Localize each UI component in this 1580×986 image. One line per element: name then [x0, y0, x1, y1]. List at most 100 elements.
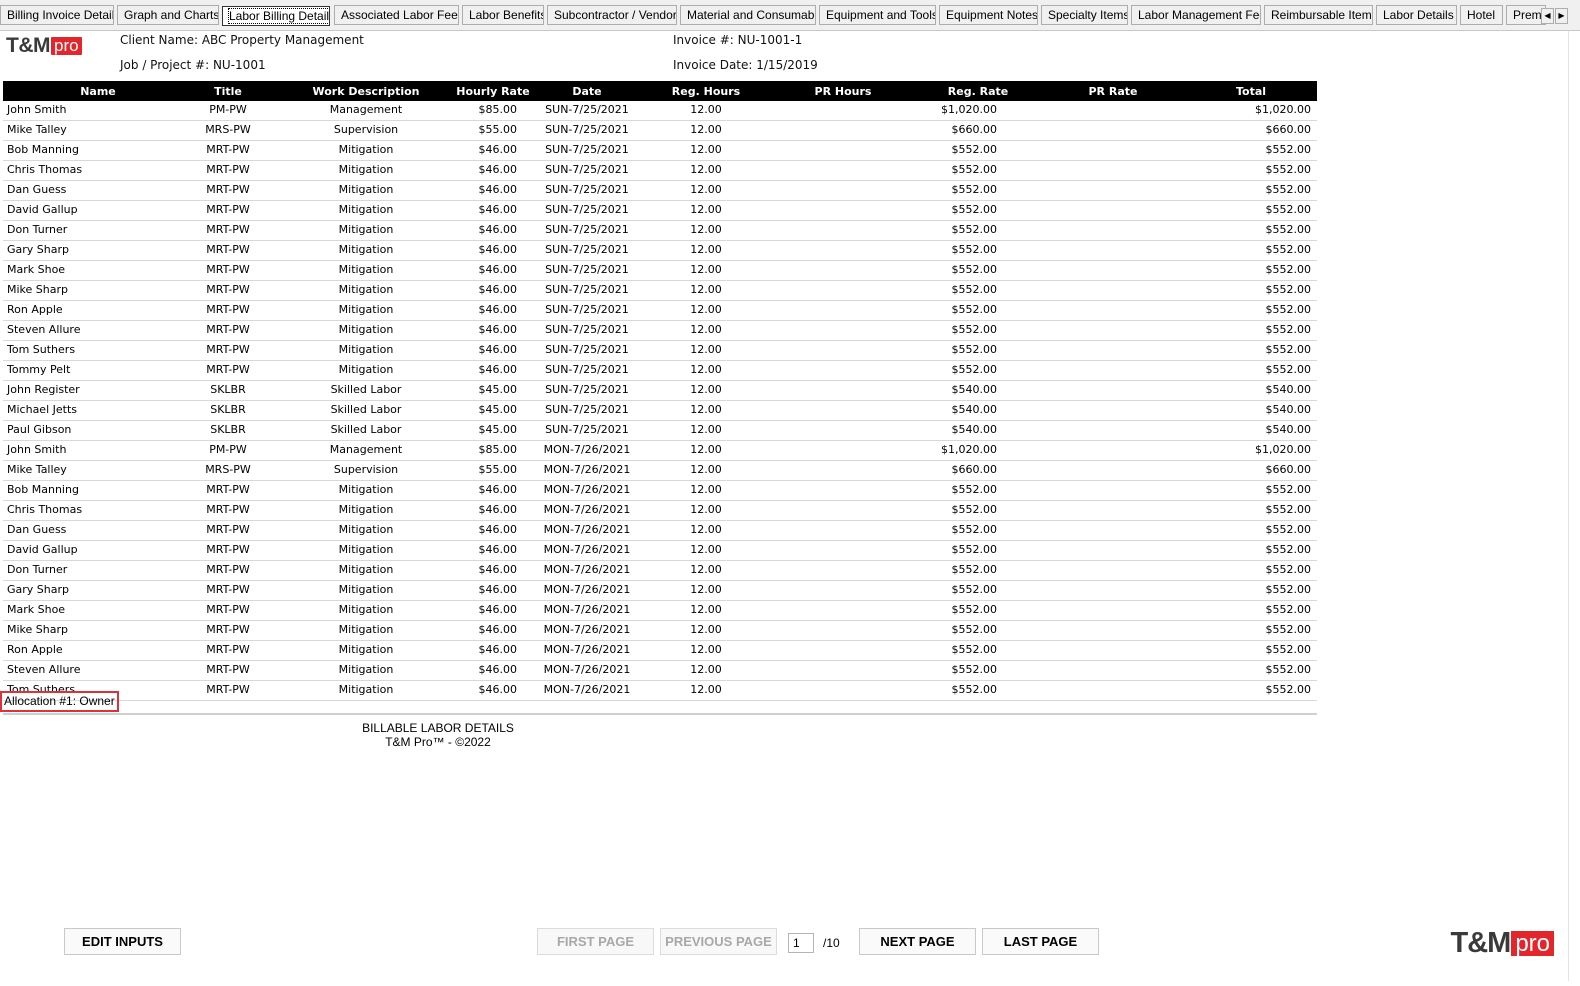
- cell-work-description: Mitigation: [338, 303, 394, 316]
- tab-label: Equipment and Tools: [826, 8, 936, 22]
- cell-total: $552.00: [1265, 223, 1312, 236]
- cell-total: $552.00: [1265, 663, 1312, 676]
- last-page-button[interactable]: LAST PAGE: [982, 928, 1099, 955]
- cell-hourly-rate: $46.00: [478, 483, 518, 496]
- tab-associated-labor-fees[interactable]: Associated Labor Fees: [334, 5, 459, 25]
- client-name: Client Name: ABC Property Management: [120, 33, 364, 47]
- cell-reg-hours: 12.00: [690, 163, 722, 176]
- cell-reg-rate: $540.00: [951, 383, 998, 396]
- cell-reg-rate: $552.00: [951, 663, 998, 676]
- cell-name: Dan Guess: [7, 183, 67, 196]
- tab-labor-details[interactable]: Labor Details: [1376, 5, 1457, 25]
- cell-name: John Register: [7, 383, 80, 396]
- cell-name: Mike Talley: [7, 123, 67, 136]
- table-row: Steven Allure MRT-PW Mitigation $46.00 SUN-7…: [3, 321, 1317, 341]
- cell-name: Tommy Pelt: [7, 363, 71, 376]
- tab-labor-billing-details[interactable]: Labor Billing Details: [222, 6, 330, 26]
- cell-hourly-rate: $46.00: [478, 583, 518, 596]
- table-row: Don Turner MRT-PW Mitigation $46.00 MON-7/26…: [3, 561, 1317, 581]
- cell-title: MRT-PW: [206, 183, 250, 196]
- cell-name: Bob Manning: [7, 143, 79, 156]
- cell-reg-rate: $552.00: [951, 503, 998, 516]
- tab-graph-and-charts[interactable]: Graph and Charts: [117, 5, 219, 25]
- tab-billing-invoice-details[interactable]: Billing Invoice Details: [0, 5, 114, 25]
- cell-hourly-rate: $85.00: [478, 103, 518, 116]
- cell-hourly-rate: $46.00: [478, 663, 518, 676]
- table-row: Chris Thomas MRT-PW Mitigation $46.00 MON-7/…: [3, 501, 1317, 521]
- cell-hourly-rate: $46.00: [478, 363, 518, 376]
- page-number-input[interactable]: 1: [788, 933, 814, 953]
- cell-reg-hours: 12.00: [690, 303, 722, 316]
- cell-reg-rate: $552.00: [951, 203, 998, 216]
- cell-date: SUN-7/25/2021: [545, 183, 629, 196]
- first-page-button[interactable]: FIRST PAGE: [537, 928, 654, 955]
- cell-work-description: Mitigation: [338, 503, 394, 516]
- cell-reg-rate: $552.00: [951, 323, 998, 336]
- cell-date: SUN-7/25/2021: [545, 343, 629, 356]
- cell-date: MON-7/26/2021: [543, 623, 631, 636]
- tab-equipment-and-tools[interactable]: Equipment and Tools: [819, 5, 936, 25]
- cell-hourly-rate: $46.00: [478, 603, 518, 616]
- table-row: Don Turner MRT-PW Mitigation $46.00 SUN-7/25…: [3, 221, 1317, 241]
- table-row: Gary Sharp MRT-PW Mitigation $46.00 MON-7/26…: [3, 581, 1317, 601]
- cell-name: Mike Sharp: [7, 623, 68, 636]
- cell-reg-rate: $552.00: [951, 143, 998, 156]
- cell-reg-hours: 12.00: [690, 643, 722, 656]
- cell-reg-rate: $1,020.00: [941, 443, 997, 456]
- cell-reg-hours: 12.00: [690, 243, 722, 256]
- cell-total: $540.00: [1265, 403, 1312, 416]
- next-page-button[interactable]: NEXT PAGE: [859, 928, 976, 955]
- logo-text: T&M: [1450, 927, 1511, 959]
- cell-reg-hours: 12.00: [690, 283, 722, 296]
- tab-label: Billing Invoice Details: [7, 8, 114, 22]
- table-row: Tommy Pelt MRT-PW Mitigation $46.00 SUN-7/25…: [3, 361, 1317, 381]
- cell-reg-rate: $552.00: [951, 263, 998, 276]
- cell-work-description: Skilled Labor: [330, 403, 402, 416]
- cell-reg-hours: 12.00: [690, 623, 722, 636]
- cell-reg-rate: $660.00: [951, 463, 998, 476]
- tab-label: Labor Benefits: [469, 8, 544, 22]
- cell-name: Chris Thomas: [7, 503, 83, 516]
- tab-labor-management-fee[interactable]: Labor Management Fee: [1131, 5, 1261, 25]
- cell-work-description: Skilled Labor: [330, 383, 402, 396]
- cell-reg-rate: $552.00: [951, 543, 998, 556]
- table-row: David Gallup MRT-PW Mitigation $46.00 SUN-7/…: [3, 201, 1317, 221]
- cell-hourly-rate: $45.00: [478, 403, 518, 416]
- table-row: Mike Talley MRS-PW Supervision $55.00 MON-7/…: [3, 461, 1317, 481]
- tab-subcontractor-vendor[interactable]: Subcontractor / Vendor: [547, 5, 677, 25]
- table-row: Ron Apple MRT-PW Mitigation $46.00 MON-7/26/…: [3, 641, 1317, 661]
- cell-hourly-rate: $55.00: [478, 463, 518, 476]
- tab-reimbursable-items[interactable]: Reimbursable Items: [1264, 5, 1373, 25]
- tab-scroll-left-icon[interactable]: ◀: [1541, 8, 1554, 24]
- cell-name: Dan Guess: [7, 523, 67, 536]
- previous-page-button[interactable]: PREVIOUS PAGE: [660, 928, 777, 955]
- cell-total: $552.00: [1265, 643, 1312, 656]
- edit-inputs-button[interactable]: EDIT INPUTS: [64, 928, 181, 955]
- cell-date: SUN-7/25/2021: [545, 423, 629, 436]
- cell-hourly-rate: $55.00: [478, 123, 518, 136]
- cell-title: MRT-PW: [206, 303, 250, 316]
- cell-work-description: Mitigation: [338, 323, 394, 336]
- report-page: T&M pro Client Name: ABC Property Managem…: [0, 31, 1569, 981]
- tab-specialty-items[interactable]: Specialty Items: [1041, 5, 1128, 25]
- tab-scroll-right-icon[interactable]: ▶: [1555, 8, 1568, 24]
- cell-hourly-rate: $46.00: [478, 203, 518, 216]
- cell-total: $552.00: [1265, 263, 1312, 276]
- allocation-label: Allocation #1: Owner: [0, 691, 119, 712]
- cell-title: MRT-PW: [206, 623, 250, 636]
- cell-title: MRS-PW: [205, 123, 251, 136]
- cell-name: Mike Sharp: [7, 283, 68, 296]
- tab-equipment-notes[interactable]: Equipment Notes: [939, 5, 1038, 25]
- tab-hotel[interactable]: Hotel: [1460, 5, 1503, 25]
- tab-labor-benefits[interactable]: Labor Benefits: [462, 5, 544, 25]
- cell-title: MRT-PW: [206, 263, 250, 276]
- cell-reg-hours: 12.00: [690, 183, 722, 196]
- tab-prem[interactable]: Prem: [1506, 5, 1546, 25]
- cell-work-description: Management: [329, 103, 403, 116]
- report-footer-copyright: T&M Pro™ - ©2022: [385, 735, 491, 749]
- tab-material-and-consumable[interactable]: Material and Consumable: [680, 5, 816, 25]
- cell-title: MRT-PW: [206, 643, 250, 656]
- cell-name: Ron Apple: [7, 643, 63, 656]
- cell-total: $552.00: [1265, 343, 1312, 356]
- cell-date: SUN-7/25/2021: [545, 223, 629, 236]
